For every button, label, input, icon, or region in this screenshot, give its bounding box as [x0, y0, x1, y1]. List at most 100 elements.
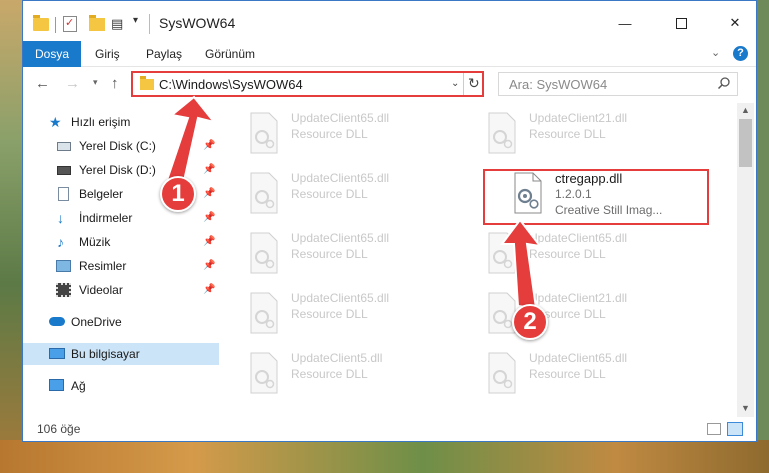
sidebar-item-onedrive[interactable]: OneDrive [23, 311, 219, 333]
pin-icon[interactable]: 📌 [203, 231, 215, 253]
pin-icon[interactable]: 📌 [203, 279, 215, 301]
file-type: Resource DLL [291, 187, 368, 201]
dll-file-icon [250, 232, 278, 274]
music-icon: ♪ [57, 234, 64, 250]
sidebar-item-label: İndirmeler [79, 211, 133, 225]
search-icon[interactable] [717, 76, 731, 90]
up-arrow-icon[interactable]: ↑ [111, 75, 119, 92]
computer-icon [49, 348, 65, 359]
file-type: Resource DLL [529, 247, 606, 261]
file-tile[interactable]: UpdateClient5.dll Resource DLL [239, 347, 459, 403]
drive-icon [57, 142, 71, 151]
file-type: Resource DLL [291, 247, 368, 261]
file-type: Resource DLL [529, 127, 606, 141]
dll-file-icon [488, 232, 516, 274]
search-input[interactable]: Ara: SysWOW64 [498, 72, 738, 96]
ribbon-tabs: Dosya Giriş Paylaş Görünüm ⌄ ? [23, 41, 756, 67]
dll-file-icon [250, 352, 278, 394]
scroll-thumb[interactable] [739, 119, 752, 167]
file-tile[interactable]: UpdateClient21.dll Resource DLL [477, 287, 697, 343]
pin-icon[interactable]: 📌 [203, 183, 215, 205]
file-name: UpdateClient65.dll [529, 231, 628, 245]
file-explorer-window: ▤ ▾ SysWOW64 — ✕ Dosya Giriş Paylaş Görü… [22, 0, 757, 442]
sidebar-item-downloads[interactable]: ↓ İndirmeler 📌 [23, 207, 219, 229]
drive-icon [57, 166, 71, 175]
sidebar-item-label: Resimler [79, 259, 127, 273]
back-arrow-icon[interactable]: ← [35, 75, 50, 92]
sidebar-item-pictures[interactable]: Resimler 📌 [23, 255, 219, 277]
dll-file-icon [250, 112, 278, 154]
pin-icon[interactable]: 📌 [203, 255, 215, 277]
file-name: UpdateClient5.dll [291, 351, 383, 365]
new-folder-icon[interactable] [89, 15, 105, 31]
file-tile[interactable]: UpdateClient65.dll Resource DLL [239, 167, 459, 223]
sidebar-item-local-disk-d[interactable]: Yerel Disk (D:) 📌 [23, 159, 219, 181]
scroll-up-icon[interactable]: ▲ [741, 105, 750, 115]
address-bar[interactable]: C:\Windows\SysWOW64 ⌄ ↻ [131, 71, 484, 97]
view-options-icon[interactable]: ▤ [111, 16, 123, 32]
title-bar: ▤ ▾ SysWOW64 — ✕ [23, 1, 756, 41]
file-name: UpdateClient65.dll [291, 171, 390, 185]
sidebar-item-label: Hızlı erişim [71, 115, 131, 129]
pin-icon[interactable]: 📌 [203, 207, 215, 229]
scroll-down-icon[interactable]: ▼ [741, 403, 750, 413]
file-tile[interactable]: UpdateClient65.dll Resource DLL [239, 287, 459, 343]
vertical-scrollbar[interactable]: ▲ ▼ [737, 103, 754, 417]
file-tile[interactable]: UpdateClient21.dll Resource DLL [477, 107, 697, 163]
sidebar-item-local-disk-c[interactable]: Yerel Disk (C:) 📌 [23, 135, 219, 157]
tab-view[interactable]: Görünüm [205, 41, 255, 67]
sidebar-item-label: Yerel Disk (C:) [79, 139, 156, 153]
file-tile[interactable]: UpdateClient65.dll Resource DLL [239, 107, 459, 163]
file-type: Resource DLL [291, 367, 368, 381]
tab-share[interactable]: Paylaş [146, 41, 182, 67]
help-icon[interactable]: ? [733, 46, 748, 61]
refresh-icon[interactable]: ↻ [468, 75, 480, 92]
pin-icon[interactable]: 📌 [203, 159, 215, 181]
sidebar-item-label: Yerel Disk (D:) [79, 163, 156, 177]
minimize-button[interactable]: — [611, 11, 639, 35]
sidebar-item-label: OneDrive [71, 315, 122, 329]
forward-arrow-icon[interactable]: → [65, 75, 80, 92]
customize-toolbar-chevron-icon[interactable]: ▾ [133, 15, 138, 26]
desktop-background [0, 0, 22, 473]
maximize-button[interactable] [667, 11, 695, 35]
cloud-icon [49, 317, 65, 326]
window-title: SysWOW64 [159, 15, 236, 31]
dll-file-icon [488, 112, 516, 154]
address-history-chevron-icon[interactable]: ⌄ [451, 78, 459, 89]
file-type: Resource DLL [291, 307, 368, 321]
address-path[interactable]: C:\Windows\SysWOW64 [159, 77, 303, 92]
sidebar-item-label: Videolar [79, 283, 123, 297]
folder-icon [33, 15, 49, 31]
sidebar-item-music[interactable]: ♪ Müzik 📌 [23, 231, 219, 253]
pictures-icon [56, 260, 71, 272]
details-view-icon[interactable] [707, 423, 721, 435]
file-name: UpdateClient65.dll [291, 231, 390, 245]
sidebar-item-label: Belgeler [79, 187, 124, 201]
properties-icon[interactable] [63, 16, 77, 32]
tab-file[interactable]: Dosya [23, 41, 81, 67]
toolbar-divider [55, 17, 56, 33]
close-button[interactable]: ✕ [721, 11, 749, 35]
tiles-view-icon[interactable] [727, 422, 743, 436]
file-name: UpdateClient65.dll [291, 291, 390, 305]
file-tile[interactable]: UpdateClient65.dll Resource DLL [477, 347, 697, 403]
file-name: UpdateClient21.dll [529, 291, 628, 305]
tab-home[interactable]: Giriş [95, 41, 120, 67]
dll-file-icon [250, 292, 278, 334]
expand-ribbon-chevron-icon[interactable]: ⌄ [711, 46, 720, 59]
sidebar-item-this-pc[interactable]: Bu bilgisayar [23, 343, 219, 365]
navigation-bar: ← → ▾ ↑ C:\Windows\SysWOW64 ⌄ ↻ Ara: Sys… [23, 67, 756, 103]
desktop-background-bottom [0, 440, 769, 473]
sidebar-item-label: Bu bilgisayar [71, 347, 140, 361]
recent-locations-chevron-icon[interactable]: ▾ [93, 77, 98, 88]
videos-icon [56, 283, 71, 297]
sidebar-item-quick-access[interactable]: ★ Hızlı erişim [23, 111, 219, 133]
pin-icon[interactable]: 📌 [203, 135, 215, 157]
network-icon [49, 379, 64, 391]
file-tile[interactable]: UpdateClient65.dll Resource DLL [239, 227, 459, 283]
sidebar-item-videos[interactable]: Videolar 📌 [23, 279, 219, 301]
sidebar-item-network[interactable]: Ağ [23, 375, 219, 397]
folder-icon [140, 76, 154, 90]
file-tile[interactable]: UpdateClient65.dll Resource DLL [477, 227, 697, 283]
